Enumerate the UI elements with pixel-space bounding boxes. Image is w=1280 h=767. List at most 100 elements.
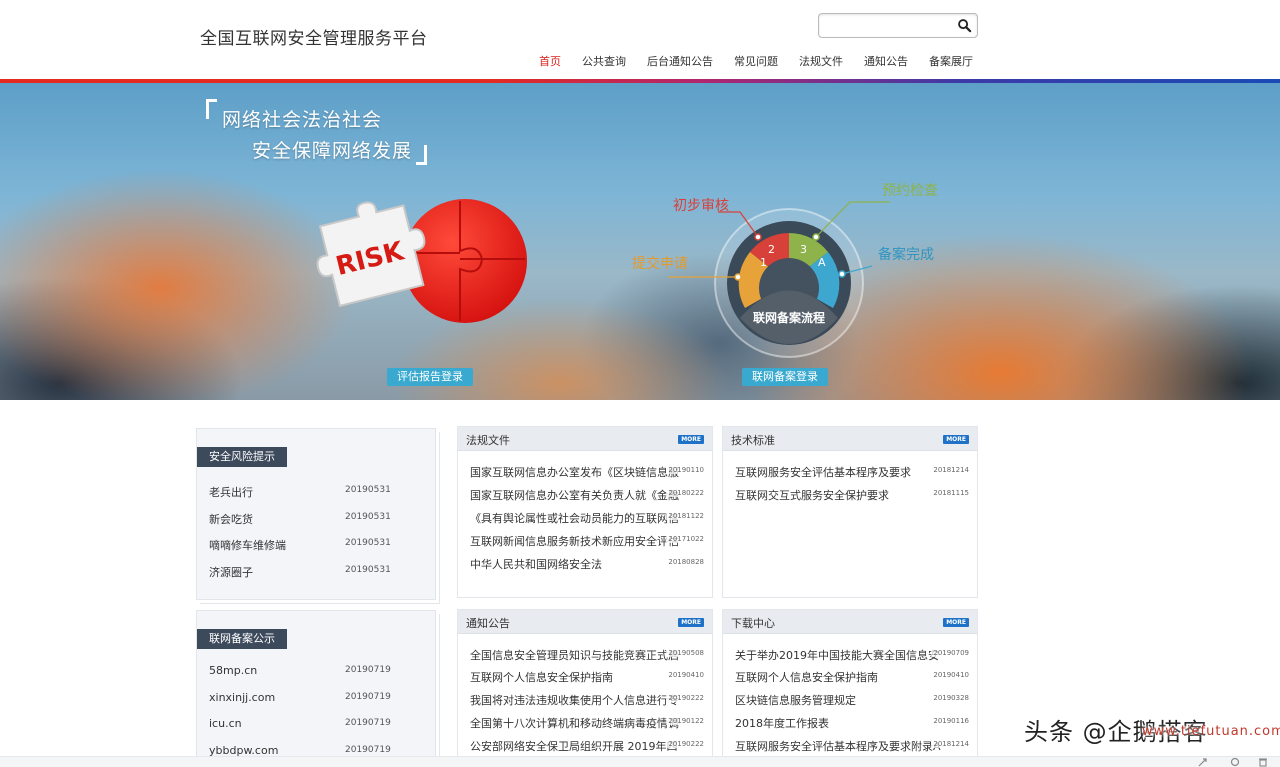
list-item[interactable]: 嘀嘀修车维修端 20190531 (209, 537, 429, 557)
footer-strip (0, 756, 1280, 767)
item-title: icu.cn (209, 717, 242, 730)
item-date: 20190719 (345, 718, 391, 728)
item-date: 20190531 (345, 485, 391, 495)
notices-panel: 通知公告 MORE 全国信息安全管理员知识与技能竞赛正式启 20190508 互联… (457, 609, 713, 759)
panel-header: 技术标准 MORE (723, 427, 977, 451)
panel-title: 法规文件 (466, 434, 510, 447)
link-icon[interactable] (1230, 757, 1240, 767)
item-title: 58mp.cn (209, 664, 258, 677)
item-date: 20190531 (345, 512, 391, 522)
nav-home[interactable]: 首页 (539, 53, 561, 69)
item-date: 20190508 (666, 649, 704, 657)
list-item[interactable]: 《具有舆论属性或社会动员能力的互联网信 20181122 (470, 510, 704, 528)
item-title: xinxinjj.com (209, 691, 276, 704)
more-button[interactable]: MORE (678, 435, 704, 444)
flow-step-1-num: 1 (760, 256, 767, 269)
main-nav: 首页 公共查询 后台通知公告 常见问题 法规文件 通知公告 备案展厅 (539, 53, 994, 69)
site-header: 全国互联网安全管理服务平台 首页 公共查询 后台通知公告 常见问题 法规文件 通… (0, 0, 1280, 80)
list-item[interactable]: 互联网交互式服务安全保护要求 20181115 (735, 487, 969, 505)
nav-filing-hall[interactable]: 备案展厅 (929, 53, 973, 69)
item-title: 新会吃货 (209, 513, 253, 526)
item-date: 20190719 (345, 745, 391, 755)
list-item[interactable]: 新会吃货 20190531 (209, 511, 429, 531)
item-title: 老兵出行 (209, 486, 253, 499)
item-date: 20181122 (666, 512, 704, 520)
nav-backend-notices[interactable]: 后台通知公告 (647, 53, 713, 69)
assessment-report-login-button[interactable]: 评估报告登录 (387, 368, 473, 386)
item-title: 济源圈子 (209, 566, 253, 579)
nav-notices[interactable]: 通知公告 (864, 53, 908, 69)
site-title: 全国互联网安全管理服务平台 (200, 29, 428, 49)
list-item[interactable]: 全国第十八次计算机和移动终端病毒疫情调 20190122 (470, 715, 704, 733)
item-date: 20190410 (666, 671, 704, 679)
list-item[interactable]: 中华人民共和国网络安全法 20180828 (470, 556, 704, 574)
nav-faq[interactable]: 常见问题 (734, 53, 778, 69)
flow-step-4-num: A (818, 256, 826, 269)
search-box[interactable] (818, 13, 978, 38)
item-date: 20190116 (931, 717, 969, 725)
item-date: 20190328 (931, 694, 969, 702)
laws-panel: 法规文件 MORE 国家互联网信息办公室发布《区块链信息服 20190110 国家… (457, 426, 713, 598)
more-button[interactable]: MORE (943, 618, 969, 627)
risk-alert-title: 安全风险提示 (197, 447, 287, 467)
panel-header: 通知公告 MORE (458, 610, 712, 634)
list-item[interactable]: 国家互联网信息办公室发布《区块链信息服 20190110 (470, 464, 704, 482)
item-date: 20190122 (666, 717, 704, 725)
list-item[interactable]: 我国将对违法违规收集使用个人信息进行专 20190222 (470, 692, 704, 710)
list-item[interactable]: 济源圈子 20190531 (209, 564, 429, 584)
list-item[interactable]: 全国信息安全管理员知识与技能竞赛正式启 20190508 (470, 647, 704, 665)
list-item[interactable]: 公安部网络安全保卫局组织开展 2019年四 20190222 (470, 738, 704, 756)
list-item[interactable]: icu.cn 20190719 (209, 717, 429, 737)
item-date: 20190222 (666, 740, 704, 748)
list-item[interactable]: 国家互联网信息办公室有关负责人就《金融 20180222 (470, 487, 704, 505)
more-button[interactable]: MORE (943, 435, 969, 444)
panel-header: 下载中心 MORE (723, 610, 977, 634)
item-date: 20181115 (931, 489, 969, 497)
item-date: 20171022 (666, 535, 704, 543)
hero-banner: 网络社会法治社会 安全保障网络发展 RISK 1 2 3 A 联网备案流程 提交… (0, 83, 1280, 400)
standards-panel: 技术标准 MORE 互联网服务安全评估基本程序及要求 20181214 互联网交互… (722, 426, 978, 598)
more-button[interactable]: MORE (678, 618, 704, 627)
search-input[interactable] (825, 17, 953, 34)
panel-title: 通知公告 (466, 617, 510, 630)
slogan-bracket-open (206, 99, 217, 119)
nav-public-query[interactable]: 公共查询 (582, 53, 626, 69)
risk-alert-card: 安全风险提示 老兵出行 20190531 新会吃货 20190531 嘀嘀修车维… (196, 428, 436, 600)
list-item[interactable]: xinxinjj.com 20190719 (209, 691, 429, 711)
watermark: 头条 @企鹅搭客 www.tiefutuan.com (1024, 712, 1280, 747)
flow-label-complete: 备案完成 (878, 247, 934, 263)
filing-publicity-card: 联网备案公示 58mp.cn 20190719 xinxinjj.com 201… (196, 610, 436, 760)
panel-title: 技术标准 (731, 434, 775, 447)
item-date: 20190410 (931, 671, 969, 679)
list-item[interactable]: 老兵出行 20190531 (209, 484, 429, 504)
watermark-url: www.tiefutuan.com (1142, 724, 1280, 739)
slogan-line-1: 网络社会法治社会 (222, 109, 383, 131)
list-item[interactable]: 区块链信息服务管理规定 20190328 (735, 692, 969, 710)
panel-title: 下载中心 (731, 617, 775, 630)
item-date: 20181214 (931, 466, 969, 474)
item-date: 20190110 (666, 466, 704, 474)
search-icon[interactable] (957, 18, 972, 33)
list-item[interactable]: 58mp.cn 20190719 (209, 664, 429, 684)
list-item[interactable]: 互联网服务安全评估基本程序及要求 20181214 (735, 464, 969, 482)
nav-regulations[interactable]: 法规文件 (799, 53, 843, 69)
list-item[interactable]: 互联网服务安全评估基本程序及要求附录A 20181214 (735, 738, 969, 756)
list-item[interactable]: 互联网个人信息安全保护指南 20190410 (470, 669, 704, 687)
filing-login-button[interactable]: 联网备案登录 (742, 368, 828, 386)
list-item[interactable]: 互联网新闻信息服务新技术新应用安全评估 20171022 (470, 533, 704, 551)
slogan-bracket-close (416, 145, 427, 165)
panel-header: 法规文件 MORE (458, 427, 712, 451)
flow-step-2-num: 2 (768, 243, 775, 256)
list-item[interactable]: 互联网个人信息安全保护指南 20190410 (735, 669, 969, 687)
share-icon[interactable] (1198, 757, 1208, 767)
item-title: 嘀嘀修车维修端 (209, 539, 286, 552)
flow-label-submit: 提交申请 (632, 256, 688, 272)
risk-puzzle-icon: RISK (316, 199, 527, 323)
item-date: 20190222 (666, 694, 704, 702)
item-date: 20190531 (345, 565, 391, 575)
item-date: 20180222 (666, 489, 704, 497)
item-date: 20190719 (345, 665, 391, 675)
trash-icon[interactable] (1258, 757, 1268, 767)
list-item[interactable]: 关于举办2019年中国技能大赛全国信息安 20190709 (735, 647, 969, 665)
list-item[interactable]: 2018年度工作报表 20190116 (735, 715, 969, 733)
